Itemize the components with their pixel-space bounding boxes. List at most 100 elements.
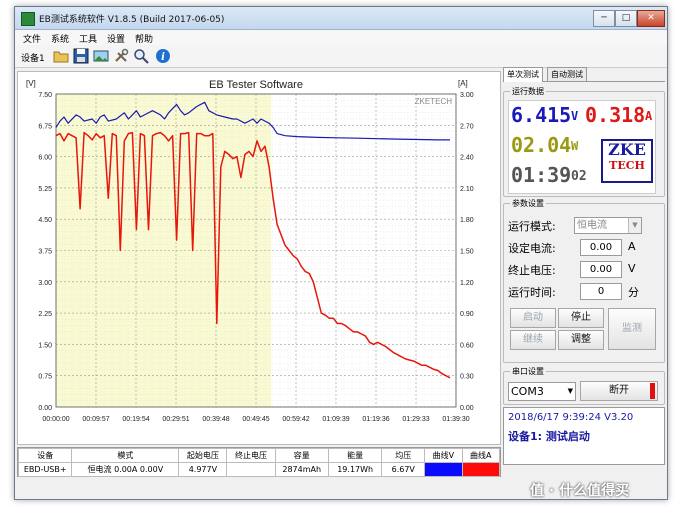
x-tick-label: 01:19:36: [362, 416, 389, 423]
maximize-button[interactable]: □: [615, 10, 637, 27]
set-current-input[interactable]: 0.00: [580, 239, 622, 256]
chevron-down-icon[interactable]: ▼: [568, 383, 573, 400]
y-right-tick-label: 1.80: [460, 217, 474, 224]
y-right-tick-label: 2.10: [460, 186, 474, 193]
col-mode-header: 模式: [71, 448, 180, 463]
right-axis-unit: [A]: [458, 79, 468, 88]
cell-curve-v-color[interactable]: [424, 462, 463, 477]
tools-icon[interactable]: [113, 48, 129, 64]
col-capacity-header: 容量: [274, 448, 329, 463]
x-tick-label: 00:39:48: [202, 416, 229, 423]
stop-voltage-input[interactable]: 0.00: [580, 261, 622, 278]
stop-voltage-unit: V: [628, 262, 636, 275]
start-button[interactable]: 启动: [510, 308, 556, 328]
left-axis-unit: [V]: [26, 79, 36, 88]
params-group: 参数设置 运行模式: 恒电流 ▼ 设定电流: 0.00 A 终止电压: 0.00…: [503, 198, 665, 363]
menu-help[interactable]: 帮助: [135, 32, 153, 45]
voltage-current-chart: 00:00:00 00:09:57 00:19:54 00:29:51 00:39:48…: [26, 79, 474, 423]
svg-text:i: i: [161, 52, 165, 63]
y-right-tick-label: 0.60: [460, 342, 474, 349]
running-data-group: 运行数据 6.415 V 0.318 A 02.04 W 01:39 02 ZK…: [503, 86, 665, 197]
summary-header-row: 设备 模式 起始电压 终止电压 容量 能量 均压 曲线V 曲线A: [17, 448, 501, 463]
cell-curve-a-color[interactable]: [461, 462, 501, 477]
chevron-down-icon[interactable]: ▼: [628, 218, 641, 233]
table-row[interactable]: EBD-USB+ 恒电流 0.00A 0.00V 4.977V 2874mAh …: [17, 462, 501, 477]
logo-line2: TECH: [609, 159, 645, 172]
close-button[interactable]: ✕: [637, 10, 665, 27]
x-tick-label: 01:39:30: [442, 416, 469, 423]
com-port-select[interactable]: COM3 ▼: [508, 382, 576, 401]
right-panel: 单次测试 自动测试 运行数据 6.415 V 0.318 A 02.04 W 0…: [503, 67, 665, 497]
open-folder-icon[interactable]: [53, 48, 69, 64]
x-tick-label: 01:09:39: [322, 416, 349, 423]
y-right-tick-label: 0.30: [460, 374, 474, 381]
minimize-button[interactable]: ─: [593, 10, 615, 27]
site-watermark: 值 · 什么值得买: [530, 483, 630, 499]
y-left-tick-label: 4.50: [38, 217, 52, 224]
y-right-tick-label: 1.20: [460, 280, 474, 287]
search-icon[interactable]: [133, 48, 149, 64]
lcd-display: 6.415 V 0.318 A 02.04 W 01:39 02 ZKE TEC…: [508, 100, 656, 194]
y-left-tick-label: 1.50: [38, 342, 52, 349]
save-icon[interactable]: [73, 48, 89, 64]
x-tick-label: 00:09:57: [82, 416, 109, 423]
tab-auto-test[interactable]: 自动测试: [547, 67, 587, 81]
run-time-input[interactable]: 0: [580, 283, 622, 300]
menu-system[interactable]: 系统: [51, 32, 69, 45]
y-right-tick-label: 2.40: [460, 155, 474, 162]
y-left-tick-label: 6.75: [38, 123, 52, 130]
status-timestamp: 2018/6/17 9:39:24 V3.20: [508, 412, 634, 423]
chart-panel: 00:00:00 00:09:57 00:19:54 00:29:51 00:39:48…: [17, 71, 501, 445]
adjust-button[interactable]: 调整: [558, 330, 604, 350]
app-icon: [21, 12, 35, 26]
window-title: EB测试系统软件 V1.8.5 (Build 2017-06-05): [39, 15, 225, 25]
cell-avg-voltage: 6.67V: [381, 462, 426, 477]
status-message: 设备1: 测试启动: [508, 430, 590, 443]
y-right-tick-label: 1.50: [460, 249, 474, 256]
chart-title: EB Tester Software: [209, 79, 303, 91]
mode-select-value: 恒电流: [577, 220, 607, 231]
serial-group: 串口设置 COM3 ▼ 断开: [503, 366, 665, 405]
menu-tools[interactable]: 工具: [79, 32, 97, 45]
image-icon[interactable]: [93, 48, 109, 64]
y-right-tick-label: 2.70: [460, 123, 474, 130]
stop-button[interactable]: 停止: [558, 308, 604, 328]
cell-capacity: 2874mAh: [274, 462, 329, 477]
col-end-voltage-header: 终止电压: [226, 448, 276, 463]
x-tick-label: 00:59:42: [282, 416, 309, 423]
device-label[interactable]: 设备1: [21, 51, 45, 64]
current-unit: A: [645, 109, 653, 123]
col-energy-header: 能量: [327, 448, 383, 463]
app-window: EB测试系统软件 V1.8.5 (Build 2017-06-05) ─ □ ✕…: [14, 6, 668, 500]
y-left-tick-label: 3.00: [38, 280, 52, 287]
y-left-tick-label: 0.00: [38, 405, 52, 412]
cell-mode: 恒电流 0.00A 0.00V: [71, 462, 180, 477]
continue-button[interactable]: 继续: [510, 330, 556, 350]
mode-select[interactable]: 恒电流 ▼: [574, 217, 642, 234]
cell-start-voltage: 4.977V: [178, 462, 228, 477]
title-bar[interactable]: EB测试系统软件 V1.8.5 (Build 2017-06-05) ─ □ ✕: [15, 7, 667, 30]
connection-indicator: [650, 383, 655, 399]
set-current-unit: A: [628, 240, 636, 253]
tab-bar: 单次测试 自动测试: [503, 67, 665, 82]
stop-voltage-label: 终止电压:: [508, 264, 556, 277]
summary-table: 设备 模式 起始电压 终止电压 容量 能量 均压 曲线V 曲线A EBD-USB…: [17, 448, 501, 477]
toolbar: 设备1 i: [15, 45, 667, 68]
y-left-tick-label: 3.75: [38, 249, 52, 256]
menu-settings[interactable]: 设置: [107, 32, 125, 45]
power-unit: W: [571, 139, 579, 153]
monitor-button[interactable]: 监测: [608, 308, 656, 350]
serial-title: 串口设置: [510, 366, 546, 377]
cell-energy: 19.17Wh: [327, 462, 383, 477]
x-tick-label: 00:19:54: [122, 416, 149, 423]
voltage-unit: V: [571, 109, 579, 123]
y-left-tick-label: 0.75: [38, 374, 52, 381]
zketech-logo: ZKE TECH: [601, 139, 653, 183]
menu-file[interactable]: 文件: [23, 32, 41, 45]
cell-device: EBD-USB+: [17, 462, 73, 477]
disconnect-button[interactable]: 断开: [580, 381, 658, 401]
tab-single-test[interactable]: 单次测试: [503, 67, 543, 82]
elapsed-time-reading: 01:39: [511, 163, 572, 187]
info-icon[interactable]: i: [155, 48, 171, 64]
summary-table-panel: 设备 模式 起始电压 终止电压 容量 能量 均压 曲线V 曲线A EBD-USB…: [17, 447, 501, 477]
